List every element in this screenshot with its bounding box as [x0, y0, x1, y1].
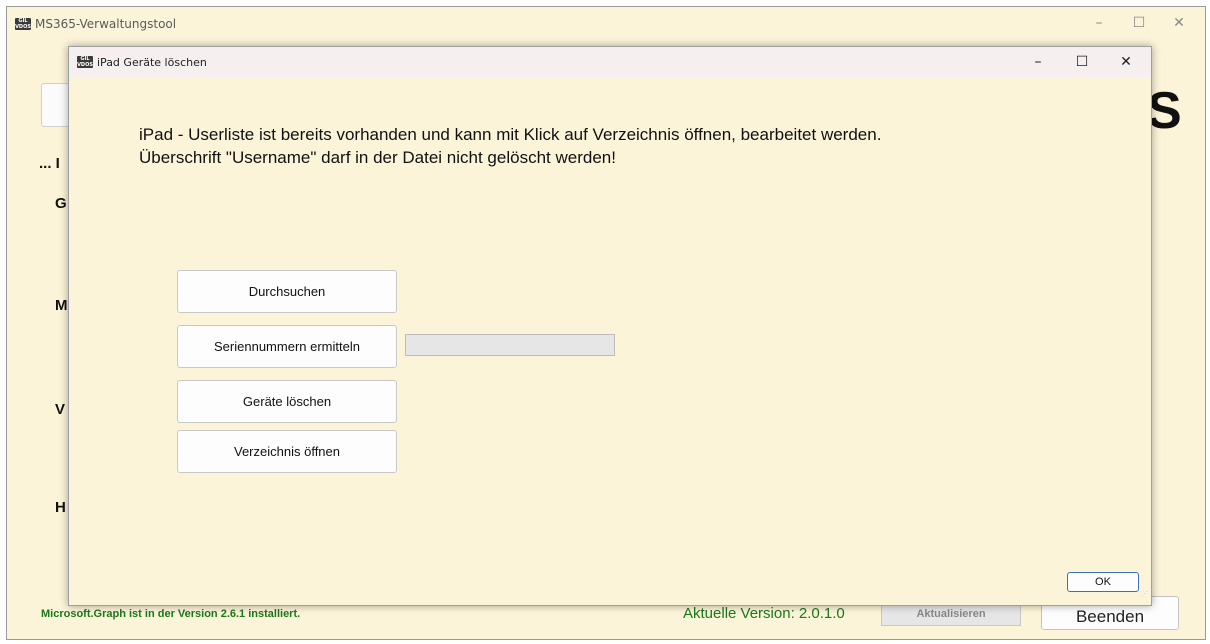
background-label-menu: ... I: [39, 155, 60, 172]
main-close-button[interactable]: ✕: [1159, 7, 1199, 39]
main-minimize-button[interactable]: –: [1079, 7, 1119, 39]
background-label-v: V: [55, 401, 66, 418]
delete-devices-button[interactable]: Geräte löschen: [177, 380, 397, 423]
version-text: Aktuelle Version: 2.0.1.0: [683, 605, 845, 622]
background-label-g: G: [55, 195, 67, 212]
dialog-logo-icon: ĞİL VDOS: [77, 56, 93, 68]
message-line-1: iPad - Userliste ist bereits vorhanden u…: [139, 125, 882, 144]
app-logo-icon: ĞİL VDOS: [15, 18, 31, 30]
resize-grip-icon[interactable]: ⋰: [1141, 591, 1149, 601]
background-label-h: H: [55, 499, 66, 516]
ipad-delete-dialog: ĞİL VDOS iPad Geräte löschen – ☐ ✕ iPad …: [68, 46, 1152, 606]
get-serial-numbers-button[interactable]: Seriennummern ermitteln: [177, 325, 397, 368]
dialog-message: iPad - Userliste ist bereits vorhanden u…: [139, 123, 881, 169]
open-directory-button[interactable]: Verzeichnis öffnen: [177, 430, 397, 473]
dialog-close-button[interactable]: ✕: [1105, 47, 1147, 77]
ok-button[interactable]: OK: [1067, 572, 1139, 592]
graph-status-text: Microsoft.Graph ist in der Version 2.6.1…: [41, 608, 301, 620]
serial-progress-bar: [405, 334, 615, 356]
message-line-2: Überschrift "Username" darf in der Datei…: [139, 148, 616, 167]
main-titlebar: ĞİL VDOS MS365-Verwaltungstool – ☐ ✕: [7, 7, 1205, 40]
main-window-title: MS365-Verwaltungstool: [35, 17, 177, 31]
browse-button[interactable]: Durchsuchen: [177, 270, 397, 313]
dialog-minimize-button[interactable]: –: [1017, 47, 1059, 77]
dialog-title: iPad Geräte löschen: [97, 56, 207, 69]
background-heading-letter: S: [1147, 82, 1182, 140]
background-label-m: M: [55, 297, 68, 314]
dialog-titlebar: ĞİL VDOS iPad Geräte löschen – ☐ ✕: [69, 47, 1151, 77]
dialog-maximize-button[interactable]: ☐: [1061, 47, 1103, 77]
main-maximize-button[interactable]: ☐: [1119, 7, 1159, 39]
